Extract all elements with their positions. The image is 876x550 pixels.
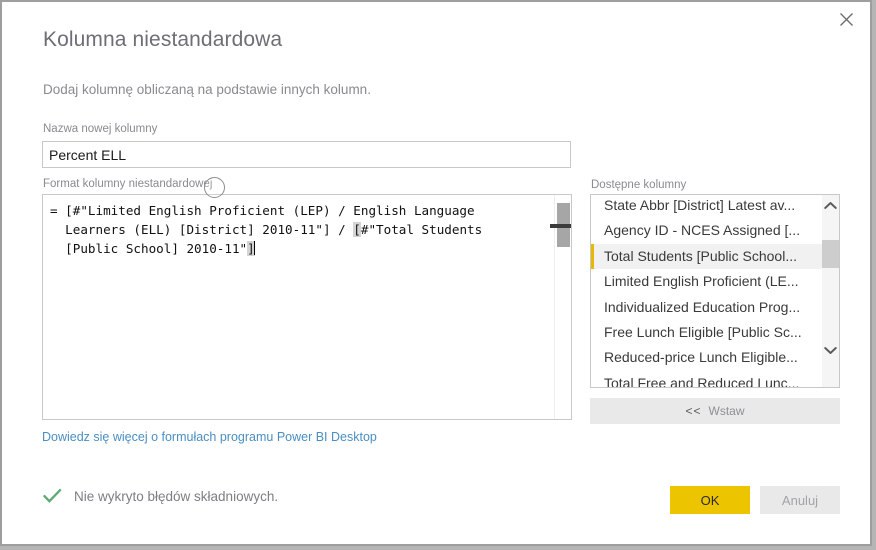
custom-column-dialog: Kolumna niestandardowa Dodaj kolumnę obl…	[0, 0, 872, 546]
chevron-down-icon[interactable]	[822, 342, 839, 359]
available-column-item[interactable]: Free Lunch Eligible [Public Sc...	[591, 320, 822, 345]
available-columns-items: State Abbr [District] Latest av... Agency…	[591, 195, 822, 387]
available-column-item[interactable]: Limited English Proficient (LE...	[591, 269, 822, 294]
double-chevron-left-icon: <<	[685, 404, 702, 418]
ok-button[interactable]: OK	[670, 486, 750, 514]
checkmark-icon	[43, 488, 62, 503]
insert-column-button[interactable]: << Wstaw	[590, 398, 840, 424]
syntax-status: Nie wykryto błędów składniowych.	[43, 488, 278, 504]
formula-scrollbar[interactable]	[550, 195, 571, 419]
available-columns-label: Dostępne kolumny	[591, 179, 687, 191]
available-columns-scrollbar-thumb[interactable]	[822, 240, 839, 268]
chevron-up-icon[interactable]	[822, 197, 839, 214]
available-column-item[interactable]: State Abbr [District] Latest av...	[591, 195, 822, 218]
matching-bracket-highlight: [	[353, 222, 361, 237]
custom-column-formula-label: Format kolumny niestandardowej	[43, 178, 213, 190]
available-column-item[interactable]: Agency ID - NCES Assigned [...	[591, 218, 822, 243]
learn-more-formulas-link[interactable]: Dowiedz się więcej o formułach programu …	[42, 430, 377, 444]
available-columns-list[interactable]: State Abbr [District] Latest av... Agency…	[590, 194, 840, 388]
new-column-name-label: Nazwa nowej kolumny	[43, 123, 158, 135]
dialog-title: Kolumna niestandardowa	[43, 28, 283, 51]
custom-column-formula-editor[interactable]: = [#"Limited English Proficient (LEP) / …	[42, 194, 572, 420]
available-columns-scrollbar[interactable]	[822, 195, 839, 387]
formula-text[interactable]: = [#"Limited English Proficient (LEP) / …	[50, 201, 550, 258]
available-column-item[interactable]: Reduced-price Lunch Eligible...	[591, 345, 822, 370]
close-icon[interactable]	[824, 4, 868, 34]
insert-button-label: Wstaw	[708, 404, 745, 418]
cancel-button[interactable]: Anuluj	[760, 486, 840, 514]
available-column-item[interactable]: Individualized Education Prog...	[591, 295, 822, 320]
available-column-item[interactable]: Total Free and Reduced Lunc...	[591, 371, 822, 387]
available-column-item[interactable]: Total Students [Public School...	[591, 243, 822, 270]
new-column-name-input[interactable]	[42, 141, 571, 168]
syntax-status-text: Nie wykryto błędów składniowych.	[74, 488, 279, 504]
text-caret	[254, 241, 256, 255]
resize-cursor-overlay	[550, 224, 571, 228]
dialog-subtitle: Dodaj kolumnę obliczaną na podstawie inn…	[43, 82, 371, 97]
